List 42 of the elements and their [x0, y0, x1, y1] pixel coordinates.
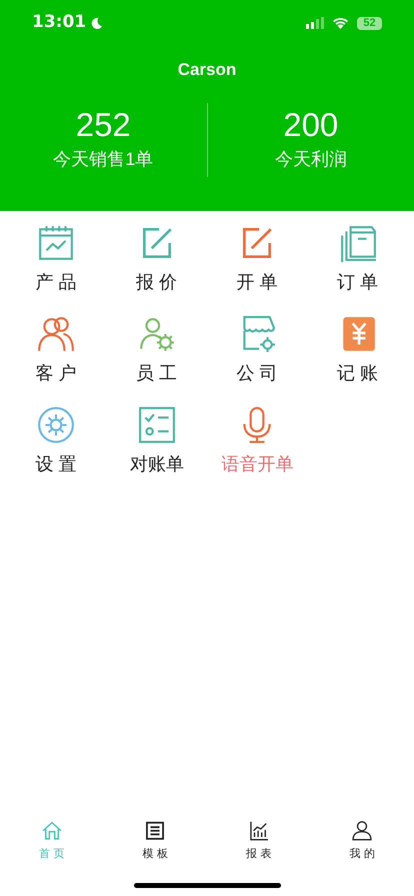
menu-label: 公 司 [236, 362, 278, 384]
battery-indicator: 52 [357, 16, 382, 30]
stat-label: 今天利润 [274, 148, 347, 171]
menu-item[interactable]: 记 账 [308, 315, 408, 384]
tab-item[interactable]: 报 表 [207, 810, 310, 862]
signal-icon [306, 17, 324, 29]
menu-item[interactable]: 订 单 [308, 224, 408, 293]
menu-label: 报 价 [136, 271, 178, 293]
menu-label: 语音开单 [221, 453, 294, 475]
menu-label: 设 置 [36, 453, 77, 475]
settings-icon [37, 406, 76, 444]
menu-label: 客 户 [36, 362, 77, 384]
wifi-icon [332, 17, 349, 29]
menu-item[interactable]: 客 户 [6, 315, 106, 384]
user-gear-icon [138, 315, 176, 353]
menu-item[interactable]: 报 价 [106, 224, 207, 293]
stat-value: 252 [76, 106, 131, 144]
box-stack-icon [338, 224, 377, 262]
menu-label: 记 账 [337, 362, 378, 384]
header-title: Carson [178, 59, 236, 81]
menu-item[interactable]: 员 工 [106, 315, 207, 384]
menu-label: 产 品 [36, 271, 77, 293]
clock-time: 13:01 [32, 11, 86, 34]
stat-label: 今天销售1单 [53, 148, 154, 171]
menu-item[interactable]: 产 品 [6, 224, 106, 293]
calendar-chart-icon [37, 224, 76, 262]
menu-item[interactable]: 设 置 [6, 406, 106, 475]
home-icon [40, 820, 64, 842]
checklist-icon [138, 406, 176, 444]
menu-label: 开 单 [236, 271, 278, 293]
menu-label: 订 单 [337, 271, 378, 293]
tab-item[interactable]: 模 板 [104, 810, 207, 862]
tab-item[interactable]: 我 的 [310, 810, 414, 862]
stat-value: 200 [283, 106, 338, 144]
people-icon [37, 315, 76, 353]
menu-item[interactable]: 开 单 [207, 224, 308, 293]
menu-label: 员 工 [136, 362, 178, 384]
moon-icon [90, 16, 104, 30]
menu-item[interactable]: 对账单 [106, 406, 207, 475]
menu-label: 对账单 [130, 453, 184, 475]
person-icon [350, 820, 374, 842]
menu-item[interactable]: 公 司 [207, 315, 308, 384]
